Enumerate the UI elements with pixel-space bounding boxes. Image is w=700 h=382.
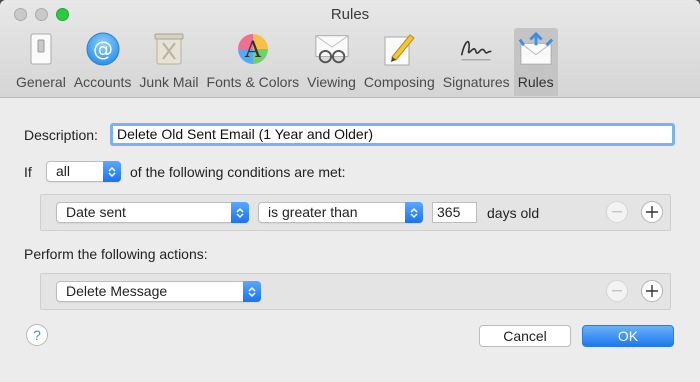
condition-operator-popup[interactable]: is greater than (258, 202, 423, 223)
tab-general[interactable]: General (12, 28, 70, 96)
tab-junk-mail[interactable]: Junk Mail (135, 28, 202, 96)
remove-condition-button[interactable] (606, 201, 628, 223)
cancel-button[interactable]: Cancel (479, 325, 571, 347)
svg-text:A: A (244, 38, 262, 63)
font-palette-icon: A (235, 30, 271, 68)
tab-composing[interactable]: Composing (360, 28, 439, 96)
chevron-updown-icon (103, 161, 121, 182)
tab-signatures[interactable]: Signatures (439, 28, 514, 96)
tab-viewing[interactable]: Viewing (303, 28, 360, 96)
condition-unit-label: days old (487, 205, 540, 221)
minus-icon (612, 290, 622, 292)
tab-rules[interactable]: Rules (513, 28, 558, 96)
remove-action-button[interactable] (606, 280, 628, 302)
description-label: Description: (24, 127, 98, 143)
plus-icon (646, 206, 658, 218)
chevron-updown-icon (231, 202, 249, 223)
tab-accounts[interactable]: @ Accounts (70, 28, 136, 96)
conditions-list: Date sent is greater than 365 days old (40, 194, 671, 231)
condition-field-popup[interactable]: Date sent (56, 202, 249, 223)
conditions-suffix: of the following conditions are met: (130, 164, 346, 180)
window-title: Rules (330, 6, 370, 23)
pencil-paper-icon (381, 30, 417, 68)
toolbar: Rules General @ Accounts Junk Mail A Fon… (0, 0, 700, 98)
chevron-updown-icon (405, 202, 423, 223)
chevron-updown-icon (243, 281, 261, 302)
action-type-popup[interactable]: Delete Message (56, 281, 261, 302)
ok-button[interactable]: OK (582, 325, 674, 347)
plus-icon (646, 285, 658, 297)
signature-icon (458, 30, 494, 68)
condition-value-field[interactable]: 365 (432, 202, 477, 223)
svg-text:@: @ (93, 37, 113, 61)
switch-icon (23, 30, 59, 68)
match-value: all (56, 163, 71, 179)
trash-bin-icon (151, 30, 187, 68)
tab-fonts-colors[interactable]: A Fonts & Colors (203, 28, 304, 96)
help-button[interactable]: ? (26, 324, 48, 346)
actions-label: Perform the following actions: (24, 246, 208, 262)
add-condition-button[interactable] (641, 201, 663, 223)
glasses-envelope-icon (314, 30, 350, 68)
actions-list: Delete Message (40, 273, 671, 310)
if-label: If (24, 164, 32, 180)
match-popup[interactable]: all (46, 161, 121, 182)
description-field[interactable]: Delete Old Sent Email (1 Year and Older) (110, 123, 675, 146)
rules-envelope-icon (518, 30, 554, 68)
add-action-button[interactable] (641, 280, 663, 302)
rule-editor: Description: Delete Old Sent Email (1 Ye… (0, 99, 700, 382)
rules-preferences-window: Rules General @ Accounts Junk Mail A Fon… (0, 0, 700, 382)
minus-icon (612, 211, 622, 213)
preference-tabs: General @ Accounts Junk Mail A Fonts & C… (12, 28, 558, 96)
at-sign-icon: @ (85, 30, 121, 68)
